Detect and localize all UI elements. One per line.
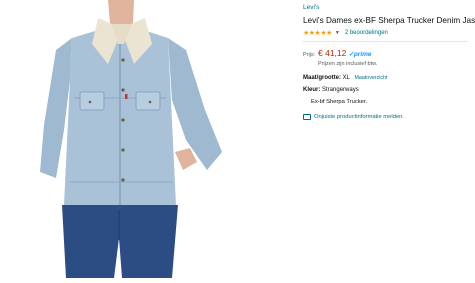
prime-badge: ✓prime [348, 51, 372, 58]
price-value: € 41,12 [318, 48, 347, 58]
model-in-denim-jacket-illustration [40, 0, 222, 278]
color-label: Kleur: [303, 87, 321, 93]
report-info-link[interactable]: Onjuiste productinformatie melden. [303, 114, 475, 120]
speech-bubble-icon [303, 114, 311, 120]
size-value: XL [342, 75, 350, 81]
star-rating-icon[interactable]: ★★★★★ [303, 29, 332, 37]
divider [303, 41, 468, 42]
review-count-link[interactable]: 2 beoordelingen [345, 30, 388, 36]
feature-bullets: Ex-bf Sherpa Trucker. [303, 99, 475, 105]
size-chart-link[interactable]: Maatoverzicht [354, 75, 387, 81]
color-row: Kleur: Strangerways [303, 87, 475, 93]
vat-note: Prijzen zijn inclusief btw. [318, 61, 378, 67]
product-title: Levi's Dames ex-BF Sherpa Trucker Denim … [303, 16, 475, 25]
brand-link[interactable]: Levi's [303, 4, 475, 11]
product-image[interactable] [0, 0, 285, 278]
report-info-label[interactable]: Onjuiste productinformatie melden. [314, 114, 404, 120]
price-row: Prijs: € 41,12 ✓prime [303, 48, 475, 58]
size-row: Maat/grootte: XL Maatoverzicht [303, 75, 475, 81]
color-value: Strangerways [322, 87, 359, 93]
size-label: Maat/grootte: [303, 75, 341, 81]
rating-row: ★★★★★ ▼ 2 beoordelingen [303, 29, 475, 37]
product-details: Levi's Levi's Dames ex-BF Sherpa Trucker… [303, 4, 475, 120]
list-item: Ex-bf Sherpa Trucker. [311, 99, 475, 105]
price-label: Prijs: [303, 52, 316, 58]
chevron-down-icon[interactable]: ▼ [335, 30, 340, 36]
